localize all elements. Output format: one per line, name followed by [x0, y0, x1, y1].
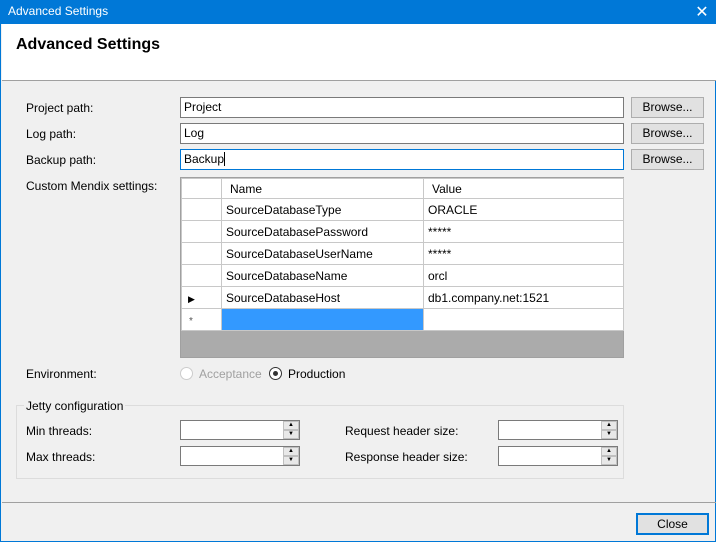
setting-value-cell[interactable]: ***** [423, 242, 624, 265]
row-header[interactable] [181, 264, 222, 287]
spin-up-icon[interactable]: ▲ [283, 421, 299, 430]
spin-up-icon[interactable]: ▲ [601, 447, 617, 456]
max-threads-label: Max threads: [26, 450, 96, 464]
custom-settings-grid[interactable]: Name Value SourceDatabaseType ORACLE Sou… [180, 177, 624, 358]
project-path-label: Project path: [26, 101, 94, 115]
new-row[interactable]: * [181, 308, 624, 331]
spin-up-icon[interactable]: ▲ [283, 447, 299, 456]
footer-divider [2, 502, 716, 503]
log-browse-button[interactable]: Browse... [631, 123, 704, 144]
table-row[interactable]: SourceDatabaseType ORACLE [181, 198, 624, 221]
column-header-value[interactable]: Value [423, 178, 624, 199]
page-title: Advanced Settings [16, 36, 161, 53]
row-header[interactable]: ▶ [181, 286, 222, 309]
row-header[interactable]: * [181, 308, 222, 331]
project-browse-button[interactable]: Browse... [631, 97, 704, 118]
setting-name-cell[interactable]: SourceDatabaseName [221, 264, 424, 287]
acceptance-radio[interactable] [180, 367, 193, 380]
setting-value-cell[interactable]: db1.company.net:1521 [423, 286, 624, 309]
new-row-asterisk-icon: * [189, 315, 193, 327]
new-name-cell-selected[interactable] [221, 308, 424, 331]
advanced-settings-dialog: Advanced Settings ✕ Advanced Settings Pr… [0, 0, 716, 542]
table-row[interactable]: SourceDatabaseUserName ***** [181, 242, 624, 265]
table-row[interactable]: SourceDatabaseName orcl [181, 264, 624, 287]
row-header[interactable] [181, 198, 222, 221]
setting-name-cell[interactable]: SourceDatabasePassword [221, 220, 424, 243]
close-button[interactable]: Close [636, 513, 709, 535]
current-row-arrow-icon: ▶ [188, 293, 195, 304]
spin-down-icon[interactable]: ▼ [283, 430, 299, 439]
setting-name-cell[interactable]: SourceDatabaseType [221, 198, 424, 221]
request-header-size-label: Request header size: [345, 424, 459, 438]
row-header[interactable] [181, 220, 222, 243]
row-header[interactable] [181, 242, 222, 265]
request-header-size-stepper[interactable]: ▲ ▼ [498, 420, 618, 440]
setting-name-cell[interactable]: SourceDatabaseUserName [221, 242, 424, 265]
production-radio[interactable] [269, 367, 282, 380]
response-header-size-label: Response header size: [345, 450, 468, 464]
close-icon[interactable]: ✕ [687, 0, 716, 24]
table-row-current[interactable]: ▶ SourceDatabaseHost db1.company.net:152… [181, 286, 624, 309]
spin-down-icon[interactable]: ▼ [601, 430, 617, 439]
max-threads-stepper[interactable]: ▲ ▼ [180, 446, 300, 466]
custom-settings-label: Custom Mendix settings: [26, 179, 158, 193]
title-bar: Advanced Settings ✕ [1, 0, 716, 24]
jetty-configuration-group: Jetty configuration [16, 399, 624, 479]
backup-path-label: Backup path: [26, 153, 97, 167]
backup-browse-button[interactable]: Browse... [631, 149, 704, 170]
response-header-size-stepper[interactable]: ▲ ▼ [498, 446, 618, 466]
new-value-cell[interactable] [423, 308, 624, 331]
table-row[interactable]: SourceDatabasePassword ***** [181, 220, 624, 243]
window-title: Advanced Settings [8, 4, 109, 18]
grid-header-row: Name Value [181, 178, 624, 199]
log-path-label: Log path: [26, 127, 77, 141]
spin-up-icon[interactable]: ▲ [601, 421, 617, 430]
setting-value-cell[interactable]: orcl [423, 264, 624, 287]
spin-down-icon[interactable]: ▼ [283, 456, 299, 465]
radio-selected-dot [273, 371, 278, 376]
production-radio-label: Production [288, 367, 346, 381]
dialog-header: Advanced Settings [2, 24, 716, 81]
spin-down-icon[interactable]: ▼ [601, 456, 617, 465]
min-threads-label: Min threads: [26, 424, 93, 438]
jetty-group-legend: Jetty configuration [24, 399, 126, 413]
project-path-input[interactable]: Project [180, 97, 624, 118]
text-caret [224, 152, 226, 166]
acceptance-radio-label: Acceptance [199, 367, 262, 381]
row-header-corner [181, 178, 222, 199]
environment-label: Environment: [26, 367, 97, 381]
backup-path-value: Backup [184, 152, 225, 166]
log-path-input[interactable]: Log [180, 123, 624, 144]
column-header-name[interactable]: Name [221, 178, 424, 199]
setting-value-cell[interactable]: ORACLE [423, 198, 624, 221]
min-threads-stepper[interactable]: ▲ ▼ [180, 420, 300, 440]
setting-name-cell[interactable]: SourceDatabaseHost [221, 286, 424, 309]
setting-value-cell[interactable]: ***** [423, 220, 624, 243]
backup-path-input[interactable]: Backup [180, 149, 624, 170]
